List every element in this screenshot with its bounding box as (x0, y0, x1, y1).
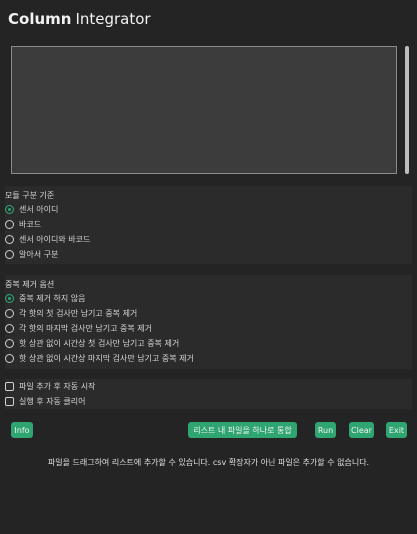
module-option-label: 알아서 구분 (19, 250, 59, 259)
dedup-option-label: 핫 상관 없이 시간상 마지막 검사만 남기고 중복 제거 (19, 354, 194, 363)
exit-button[interactable]: Exit (386, 422, 407, 438)
dedup-option-last-by-time[interactable]: 핫 상관 없이 시간상 마지막 검사만 남기고 중복 제거 (5, 351, 412, 366)
radio-icon[interactable] (5, 309, 14, 318)
run-button[interactable]: Run (315, 422, 336, 438)
radio-icon[interactable] (5, 235, 14, 244)
file-list-box[interactable] (11, 46, 397, 174)
app-title-light: Integrator (75, 10, 151, 28)
auto-clear-checkbox[interactable]: 실행 후 자동 클리어 (5, 394, 412, 409)
module-option-label: 센서 아이디와 바코드 (19, 235, 91, 244)
module-option-auto[interactable]: 알아서 구분 (5, 247, 412, 262)
radio-icon[interactable] (5, 339, 14, 348)
merge-button[interactable]: 리스트 내 파일을 하나로 통합 (188, 422, 297, 438)
status-message: 파일을 드래그하여 리스트에 추가할 수 있습니다. csv 확장자가 아닌 파… (47, 458, 370, 467)
app-title-bold: Column (8, 10, 72, 28)
module-group-label: 모듈 구분 기준 (5, 191, 55, 200)
file-list-scrollbar[interactable] (405, 46, 409, 174)
checkbox-icon[interactable] (5, 382, 14, 391)
app-title: Column Integrator (8, 10, 151, 28)
dedup-group-label: 중복 제거 옵션 (5, 280, 55, 289)
dedup-option-first-by-time[interactable]: 핫 상관 없이 시간상 첫 검사만 남기고 중복 제거 (5, 336, 412, 351)
dedup-option-label: 중복 제거 하지 않음 (19, 294, 86, 303)
dedup-option-label: 각 핫의 마지막 검사만 남기고 중복 제거 (19, 324, 153, 333)
dedup-option-none[interactable]: 중복 제거 하지 않음 (5, 291, 412, 306)
auto-clear-label: 실행 후 자동 클리어 (19, 397, 86, 406)
radio-selected-icon[interactable] (5, 294, 14, 303)
radio-icon[interactable] (5, 324, 14, 333)
options-checkbox-panel: 파일 추가 후 자동 시작 실행 후 자동 클리어 (5, 379, 412, 409)
dedup-option-first-per-hot[interactable]: 각 핫의 첫 검사만 남기고 중복 제거 (5, 306, 412, 321)
radio-icon[interactable] (5, 354, 14, 363)
dedup-option-label: 핫 상관 없이 시간상 첫 검사만 남기고 중복 제거 (19, 339, 180, 348)
checkbox-icon[interactable] (5, 397, 14, 406)
radio-icon[interactable] (5, 250, 14, 259)
module-option-sensor-id[interactable]: 센서 아이디 (5, 202, 412, 217)
clear-button[interactable]: Clear (349, 422, 374, 438)
dedup-option-last-per-hot[interactable]: 각 핫의 마지막 검사만 남기고 중복 제거 (5, 321, 412, 336)
module-option-label: 바코드 (19, 220, 42, 229)
module-option-barcode[interactable]: 바코드 (5, 217, 412, 232)
dedup-group-panel: 중복 제거 옵션 중복 제거 하지 않음 각 핫의 첫 검사만 남기고 중복 제… (5, 275, 412, 369)
auto-start-checkbox[interactable]: 파일 추가 후 자동 시작 (5, 379, 412, 394)
module-group-panel: 모듈 구분 기준 센서 아이디 바코드 센서 아이디와 바코드 알아서 구분 (5, 186, 412, 264)
auto-start-label: 파일 추가 후 자동 시작 (19, 382, 96, 391)
radio-selected-icon[interactable] (5, 205, 14, 214)
info-button[interactable]: Info (11, 422, 33, 438)
module-option-sensor-id-and-barcode[interactable]: 센서 아이디와 바코드 (5, 232, 412, 247)
radio-icon[interactable] (5, 220, 14, 229)
module-option-label: 센서 아이디 (19, 205, 59, 214)
dedup-option-label: 각 핫의 첫 검사만 남기고 중복 제거 (19, 309, 138, 318)
